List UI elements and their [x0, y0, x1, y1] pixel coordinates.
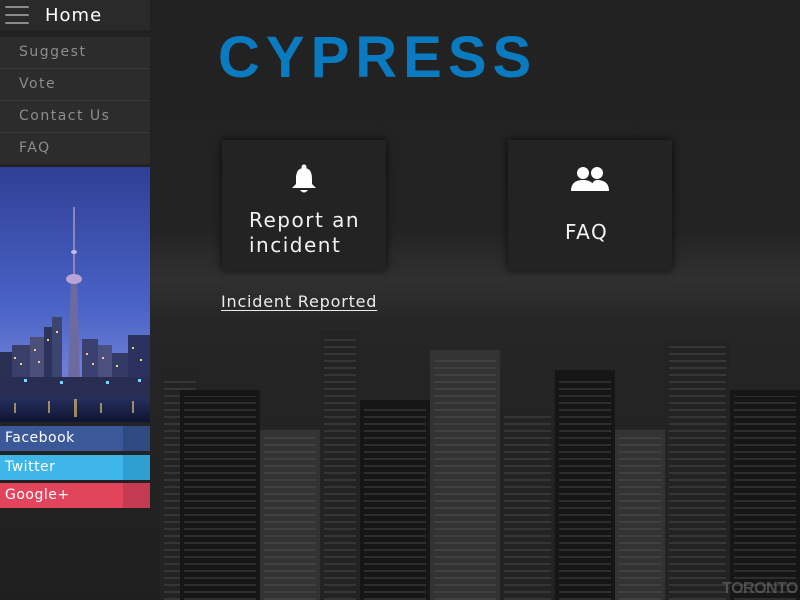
dropdown-menu: Suggest Vote Contact Us FAQ	[0, 37, 150, 164]
menu-item-vote[interactable]: Vote	[0, 69, 150, 101]
toronto-watermark: TORONTO	[722, 580, 798, 597]
menu-item-suggest[interactable]: Suggest	[0, 37, 150, 69]
twitter-tab	[123, 455, 150, 480]
twitter-label: Twitter	[0, 455, 123, 480]
building	[320, 330, 360, 600]
sidebar: Home Suggest Vote Contact Us FAQ Faceboo…	[0, 0, 150, 600]
home-link[interactable]: Home	[45, 5, 102, 26]
users-icon	[571, 166, 609, 196]
report-incident-card[interactable]: Report an incident	[222, 140, 386, 270]
building	[615, 430, 665, 600]
faq-card[interactable]: FAQ	[508, 140, 672, 270]
building	[180, 390, 260, 600]
building	[555, 370, 615, 600]
building	[500, 410, 555, 600]
menu-item-contact-us[interactable]: Contact Us	[0, 101, 150, 133]
report-incident-label-line1: Report an	[249, 208, 361, 232]
building	[730, 390, 800, 600]
report-incident-label-line2: incident	[249, 233, 342, 257]
facebook-tab	[123, 426, 150, 451]
hamburger-menu-icon[interactable]	[5, 6, 29, 24]
toronto-skyline-image	[0, 167, 150, 422]
facebook-label: Facebook	[0, 426, 123, 451]
menu-item-faq[interactable]: FAQ	[0, 133, 150, 164]
building	[665, 340, 730, 600]
faq-card-label: FAQ	[565, 220, 609, 244]
top-bar: Home	[0, 0, 150, 30]
google-plus-button[interactable]: Google+	[0, 483, 150, 508]
google-plus-tab	[123, 483, 150, 508]
building	[260, 430, 320, 600]
cypress-logo: CYPRESS	[218, 25, 538, 90]
incident-reported-link[interactable]: Incident Reported	[221, 292, 377, 311]
building	[360, 400, 430, 600]
building	[430, 350, 500, 600]
facebook-button[interactable]: Facebook	[0, 426, 150, 451]
google-plus-label: Google+	[0, 483, 123, 508]
twitter-button[interactable]: Twitter	[0, 455, 150, 480]
bell-icon	[290, 164, 318, 198]
